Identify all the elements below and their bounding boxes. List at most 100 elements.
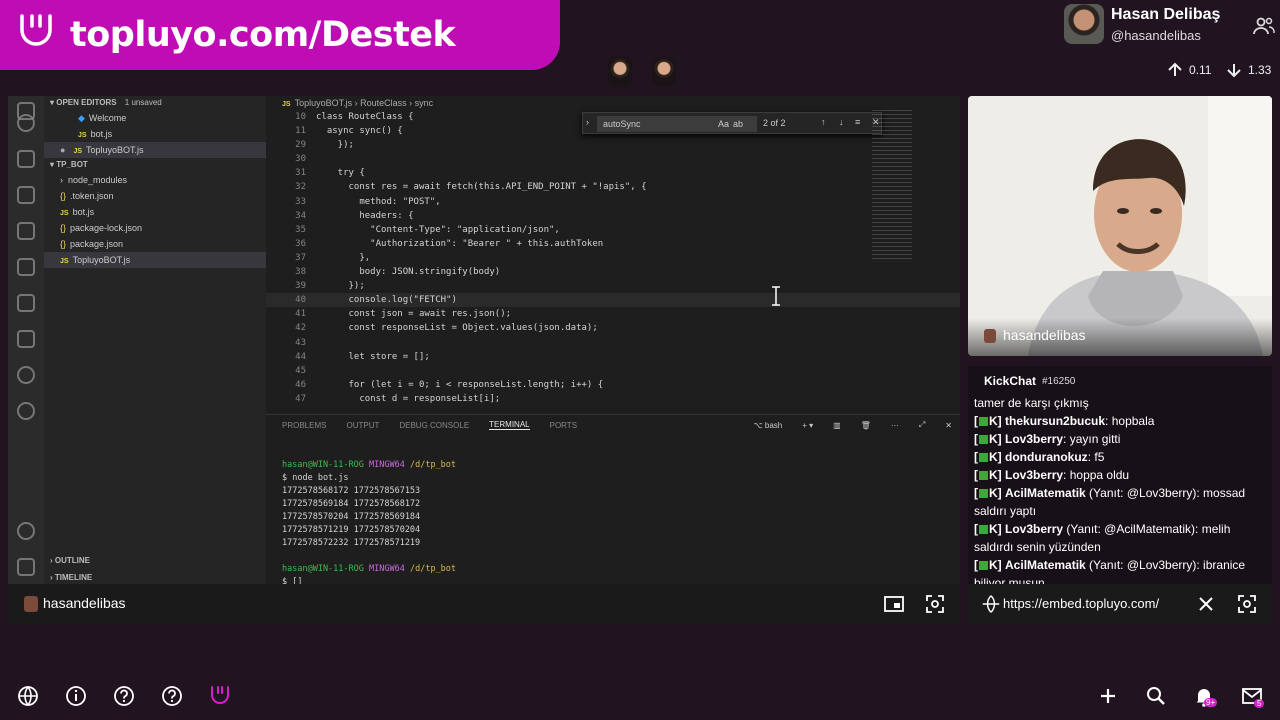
code-line[interactable]: 46 for (let i = 0; i < responseList.leng… <box>266 378 960 392</box>
chat-reply-to[interactable]: (Yanıt: @AcilMatematik) <box>1063 522 1195 536</box>
account-icon[interactable] <box>17 522 35 540</box>
add-terminal-button[interactable]: + ▾ <box>802 421 813 430</box>
chat-reply-to[interactable]: (Yanıt: @Lov3berry) <box>1086 486 1196 500</box>
file-tree-item[interactable]: {} package.json <box>44 236 266 252</box>
help-icon[interactable] <box>112 684 136 708</box>
help-icon[interactable] <box>160 684 184 708</box>
menu-icon[interactable]: ≡ <box>855 117 860 127</box>
avatar[interactable] <box>1064 4 1104 44</box>
arrow-up-icon[interactable]: ↑ <box>821 117 826 127</box>
run-debug-icon[interactable] <box>17 186 35 204</box>
chat-username[interactable]: Lov3berry <box>1005 468 1063 482</box>
file-tree-item[interactable]: › node_modules <box>44 172 266 188</box>
find-input[interactable]: autoSync Aa ab <box>597 116 757 132</box>
open-editor-item[interactable]: ◆ Welcome <box>44 110 266 126</box>
code-line[interactable]: 31 try { <box>266 166 960 180</box>
streamer-name[interactable]: hasandelibas <box>43 595 126 611</box>
find-widget[interactable]: › autoSync Aa ab 2 of 2 ↑ ↓ ≡ ✕ <box>582 112 882 134</box>
code-line[interactable]: 35 "Content-Type": "application/json", <box>266 223 960 237</box>
tab-problems[interactable]: PROBLEMS <box>282 421 326 430</box>
users-icon[interactable] <box>1252 16 1276 36</box>
picture-in-picture-icon[interactable] <box>882 592 906 616</box>
code-editor[interactable]: JS TopluyoBOT.js › RouteClass › sync 10 cl… <box>266 96 960 414</box>
bell-icon[interactable]: 9+ <box>1192 684 1218 708</box>
code-line[interactable]: 36 "Authorization": "Bearer " + this.aut… <box>266 237 960 251</box>
chat-message[interactable]: [K] AcilMatematik (Yanıt: @Lov3berry): m… <box>974 484 1264 520</box>
avatar[interactable] <box>984 329 996 343</box>
search-icon[interactable] <box>1144 684 1168 708</box>
tab-debug-console[interactable]: DEBUG CONSOLE <box>399 421 469 430</box>
code-line[interactable]: 29 }); <box>266 138 960 152</box>
code-line[interactable]: 38 body: JSON.stringify(body) <box>266 265 960 279</box>
viewer-avatar[interactable] <box>608 57 632 87</box>
code-line[interactable]: 32 const res = await fetch(this.API_END_… <box>266 180 960 194</box>
tab-output[interactable]: OUTPUT <box>346 421 379 430</box>
trash-icon[interactable]: 🗑 <box>861 421 871 430</box>
tab-terminal[interactable]: TERMINAL <box>489 420 530 430</box>
code-line[interactable]: 47 const d = responseList[i]; <box>266 392 960 406</box>
file-tree-item[interactable]: {} .token.json <box>44 188 266 204</box>
chat-message[interactable]: [K] Lov3berry (Yanıt: @AcilMatematik): m… <box>974 520 1264 556</box>
plus-icon[interactable] <box>1096 684 1120 708</box>
code-line[interactable]: 40 console.log("FETCH") <box>266 293 960 308</box>
topluyo-banner[interactable]: topluyo.com/Destek <box>0 0 560 70</box>
code-line[interactable]: 33 method: "POST", <box>266 195 960 209</box>
folder-header[interactable]: ▾ TP_BOT <box>44 158 266 172</box>
python-icon[interactable] <box>17 294 35 312</box>
split-terminal-icon[interactable]: ▥ <box>833 421 841 430</box>
chat-message[interactable]: [K] thekursun2bucuk: hopbala <box>974 412 1264 430</box>
chat-messages[interactable]: tamer de karşı çıkmış [K] thekursun2bucuk… <box>974 394 1264 584</box>
webcam-video[interactable] <box>968 96 1272 356</box>
code-line[interactable]: 45 <box>266 364 960 378</box>
whole-word-toggle[interactable]: ab <box>733 116 743 132</box>
chat-message[interactable]: [K] Lov3berry: yayın gitti <box>974 430 1264 448</box>
open-editors-header[interactable]: ▾ OPEN EDITORS 1 unsaved <box>44 96 266 110</box>
chat-username[interactable]: AcilMatematik <box>1005 486 1086 500</box>
chat-message[interactable]: [K] donduranokuz: f5 <box>974 448 1264 466</box>
github-icon[interactable] <box>17 402 35 420</box>
chat-username[interactable]: AcilMatematik <box>1005 558 1086 572</box>
code-line[interactable]: 39 }); <box>266 279 960 293</box>
close-icon[interactable] <box>1194 592 1218 616</box>
more-icon[interactable]: ··· <box>891 421 899 430</box>
fullscreen-icon[interactable] <box>923 592 947 616</box>
terminal-shell-label[interactable]: ⌥ bash <box>753 421 782 430</box>
timeline-header[interactable]: › TIMELINE <box>44 571 92 584</box>
arrow-down-icon[interactable]: ↓ <box>839 117 844 127</box>
open-editor-item[interactable]: JS bot.js <box>44 126 266 142</box>
outline-header[interactable]: › OUTLINE <box>44 554 90 568</box>
minimap[interactable] <box>872 110 912 260</box>
terminal-panel[interactable]: PROBLEMS OUTPUT DEBUG CONSOLE TERMINAL P… <box>266 414 960 584</box>
chat-username[interactable]: thekursun2bucuk <box>1005 414 1105 428</box>
avatar[interactable] <box>24 596 38 612</box>
chat-username[interactable]: donduranokuz <box>1005 450 1088 464</box>
chat-panel[interactable]: KickChat #16250 tamer de karşı çıkmış [K]… <box>968 366 1272 584</box>
source-control-icon[interactable] <box>17 150 35 168</box>
screen-share-video[interactable]: ▾ OPEN EDITORS 1 unsaved ◆ Welcome JS bot.… <box>8 96 960 584</box>
search-icon[interactable] <box>17 114 35 132</box>
chevron-right-icon[interactable]: › <box>586 117 589 127</box>
code-line[interactable]: 37 }, <box>266 251 960 265</box>
globe-icon[interactable] <box>980 593 1004 617</box>
code-line[interactable]: 44 let store = []; <box>266 350 960 364</box>
info-icon[interactable] <box>64 684 88 708</box>
chat-username[interactable]: Lov3berry <box>1005 432 1063 446</box>
globe-icon[interactable] <box>16 684 40 708</box>
code-line[interactable]: 34 headers: { <box>266 209 960 223</box>
mail-icon[interactable]: 5 <box>1240 684 1265 708</box>
code-lines[interactable]: 10 class RouteClass {11 async sync() {29 … <box>266 110 960 406</box>
open-editor-item[interactable]: ● JS TopluyoBOT.js <box>44 142 266 158</box>
webcam-name[interactable]: hasandelibas <box>1003 327 1086 343</box>
code-line[interactable]: 41 const json = await res.json(); <box>266 307 960 321</box>
embed-url[interactable]: https://embed.topluyo.com/ <box>1003 596 1159 611</box>
code-line[interactable]: 42 const responseList = Object.values(js… <box>266 321 960 335</box>
tab-ports[interactable]: PORTS <box>550 421 577 430</box>
testing-icon[interactable] <box>17 366 35 384</box>
match-case-toggle[interactable]: Aa <box>718 116 729 132</box>
remote-icon[interactable] <box>17 258 35 276</box>
gear-icon[interactable] <box>17 558 35 576</box>
fullscreen-icon[interactable] <box>1235 592 1259 616</box>
chat-reply-to[interactable]: (Yanıt: @Lov3berry) <box>1086 558 1196 572</box>
close-icon[interactable]: ✕ <box>945 421 952 430</box>
profile-card[interactable]: Hasan Delibaş @hasandelibas <box>1064 4 1276 48</box>
